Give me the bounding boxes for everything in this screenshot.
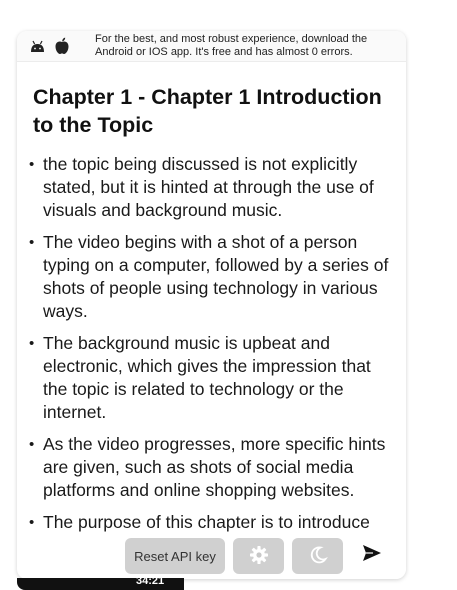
bullet-icon: • bbox=[29, 335, 35, 352]
bullet-text: The purpose of this chapter is to introd… bbox=[43, 512, 370, 532]
platform-icons bbox=[17, 37, 95, 55]
bullet-icon: • bbox=[29, 234, 35, 251]
list-item: • As the video progresses, more specific … bbox=[29, 433, 395, 502]
theme-toggle-button[interactable] bbox=[292, 538, 343, 574]
video-timestamp: 34:21 bbox=[136, 575, 165, 587]
bullet-icon: • bbox=[29, 156, 35, 173]
bullet-text: The background music is upbeat and elect… bbox=[43, 333, 371, 422]
bottom-toolbar: Reset API key bbox=[125, 538, 343, 574]
reset-api-key-button[interactable]: Reset API key bbox=[125, 538, 225, 574]
send-icon bbox=[362, 544, 382, 567]
chapter-bullet-list: • the topic being discussed is not explic… bbox=[29, 153, 395, 534]
bullet-text: As the video progresses, more specific h… bbox=[43, 434, 386, 500]
list-item: • The purpose of this chapter is to intro… bbox=[29, 511, 395, 534]
apple-icon[interactable] bbox=[54, 37, 70, 55]
app-download-banner[interactable]: For the best, and most robust experience… bbox=[17, 31, 406, 62]
bullet-icon: • bbox=[29, 436, 35, 453]
list-item: • The video begins with a shot of a perso… bbox=[29, 231, 395, 323]
bullet-text: the topic being discussed is not explici… bbox=[43, 154, 374, 220]
page: For the best, and most robust experience… bbox=[0, 0, 457, 590]
banner-message: For the best, and most robust experience… bbox=[95, 33, 368, 58]
moon-icon bbox=[308, 545, 328, 568]
bullet-text: The video begins with a shot of a person… bbox=[43, 232, 389, 321]
list-item: • The background music is upbeat and elec… bbox=[29, 332, 395, 424]
gear-icon bbox=[249, 545, 269, 568]
settings-button[interactable] bbox=[233, 538, 284, 574]
android-icon[interactable] bbox=[29, 40, 46, 53]
list-item: • the topic being discussed is not explic… bbox=[29, 153, 395, 222]
send-button[interactable] bbox=[360, 543, 384, 567]
bullet-icon: • bbox=[29, 514, 35, 531]
chapter-content: Chapter 1 - Chapter 1 Introduction to th… bbox=[29, 83, 395, 543]
chapter-title: Chapter 1 - Chapter 1 Introduction to th… bbox=[33, 85, 382, 137]
content-card: For the best, and most robust experience… bbox=[17, 31, 406, 579]
